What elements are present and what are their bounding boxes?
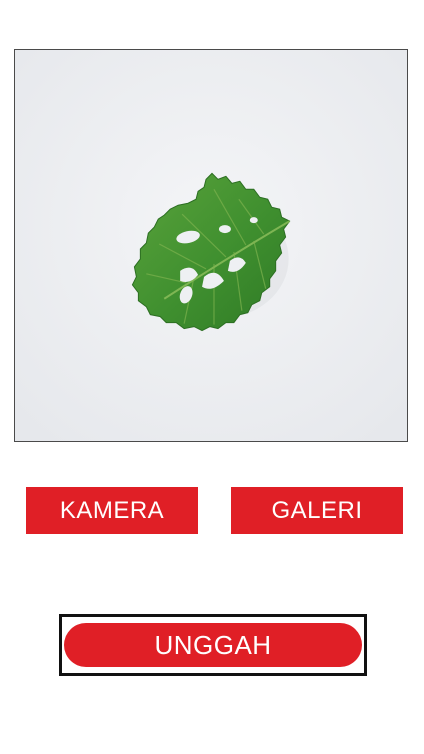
leaf-image: [15, 50, 407, 441]
gallery-button[interactable]: GALERI: [231, 487, 403, 534]
upload-button[interactable]: UNGGAH: [64, 623, 362, 667]
camera-button[interactable]: KAMERA: [26, 487, 198, 534]
upload-button-focus-frame: UNGGAH: [59, 614, 367, 676]
image-preview: [14, 49, 408, 442]
